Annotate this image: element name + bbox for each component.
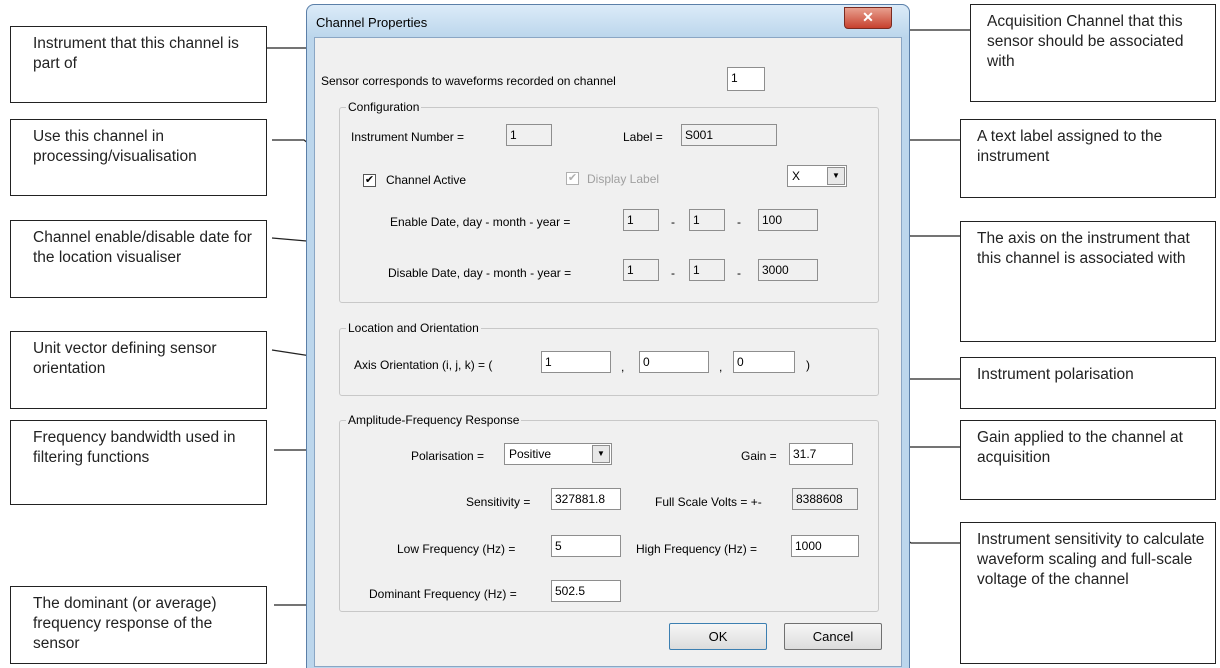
ok-button[interactable]: OK	[669, 623, 767, 650]
configuration-group-title: Configuration	[346, 100, 422, 114]
close-paren: )	[806, 358, 810, 372]
polarisation-select-value: Positive	[509, 447, 552, 461]
axis-orientation-label: Axis Orientation (i, j, k) = (	[354, 358, 493, 372]
axis-select[interactable]: X ▼	[787, 165, 847, 187]
location-group-title: Location and Orientation	[346, 321, 481, 335]
amplitude-group-title: Amplitude-Frequency Response	[346, 413, 522, 427]
enable-day-field[interactable]: 1	[623, 209, 659, 231]
label-label: Label =	[623, 130, 663, 144]
callout-acq-channel: Acquisition Channel that this sensor sho…	[970, 4, 1216, 102]
callout-polarisation: Instrument polarisation	[960, 357, 1216, 409]
date-separator: -	[737, 215, 741, 229]
enable-year-field[interactable]: 100	[758, 209, 818, 231]
callout-sensitivity: Instrument sensitivity to calculate wave…	[960, 522, 1216, 664]
polarisation-select[interactable]: Positive ▼	[504, 443, 612, 465]
date-separator: -	[737, 266, 741, 280]
disable-date-label: Disable Date, day - month - year =	[388, 266, 572, 280]
disable-day-field[interactable]: 1	[623, 259, 659, 281]
close-icon: ✕	[862, 9, 874, 25]
checkmark-icon: ✔	[567, 172, 578, 184]
instrument-number-label: Instrument Number =	[351, 130, 465, 144]
callout-dominant: The dominant (or average) frequency resp…	[10, 586, 267, 664]
chevron-down-icon[interactable]: ▼	[827, 167, 845, 185]
sensor-channel-label: Sensor corresponds to waveforms recorded…	[321, 74, 616, 88]
disable-month-field[interactable]: 1	[689, 259, 725, 281]
callout-text-label: A text label assigned to the instrument	[960, 119, 1216, 198]
callout-instrument: Instrument that this channel is part of	[10, 26, 267, 103]
dominant-frequency-field[interactable]: 502.5	[551, 580, 621, 602]
sensor-channel-input[interactable]: 1	[727, 67, 765, 91]
callout-orientation: Unit vector defining sensor orientation	[10, 331, 267, 409]
enable-date-label: Enable Date, day - month - year =	[390, 215, 571, 229]
close-button[interactable]: ✕	[844, 7, 892, 29]
display-label-checkbox[interactable]: ✔	[566, 172, 579, 185]
enable-month-field[interactable]: 1	[689, 209, 725, 231]
cancel-button[interactable]: Cancel	[784, 623, 882, 650]
callout-active: Use this channel in processing/visualisa…	[10, 119, 267, 196]
callout-dates: Channel enable/disable date for the loca…	[10, 220, 267, 298]
dominant-frequency-label: Dominant Frequency (Hz) =	[369, 587, 517, 601]
low-frequency-label: Low Frequency (Hz) =	[397, 542, 516, 556]
callout-bandwidth: Frequency bandwidth used in filtering fu…	[10, 420, 267, 505]
date-separator: -	[671, 215, 675, 229]
channel-active-checkbox[interactable]: ✔	[363, 174, 376, 187]
axis-select-value: X	[792, 169, 801, 183]
comma-separator: ,	[719, 360, 723, 374]
orientation-i-field[interactable]: 1	[541, 351, 611, 373]
callout-gain: Gain applied to the channel at acquisiti…	[960, 420, 1216, 500]
label-field[interactable]: S001	[681, 124, 777, 146]
disable-year-field[interactable]: 3000	[758, 259, 818, 281]
orientation-j-field[interactable]: 0	[639, 351, 709, 373]
dialog-client-area: Sensor corresponds to waveforms recorded…	[314, 37, 902, 667]
title-bar[interactable]: Channel Properties ✕	[307, 5, 909, 37]
instrument-number-field[interactable]: 1	[506, 124, 552, 146]
sensitivity-field[interactable]: 327881.8	[551, 488, 621, 510]
low-frequency-field[interactable]: 5	[551, 535, 621, 557]
full-scale-volts-field[interactable]: 8388608	[792, 488, 858, 510]
full-scale-volts-label: Full Scale Volts = +-	[655, 495, 762, 509]
chevron-down-icon[interactable]: ▼	[592, 445, 610, 463]
gain-label: Gain =	[741, 449, 777, 463]
high-frequency-field[interactable]: 1000	[791, 535, 859, 557]
display-label-label: Display Label	[587, 172, 660, 186]
orientation-k-field[interactable]: 0	[733, 351, 795, 373]
high-frequency-label: High Frequency (Hz) =	[636, 542, 758, 556]
checkmark-icon: ✔	[364, 174, 375, 186]
window-title: Channel Properties	[316, 15, 428, 30]
date-separator: -	[671, 266, 675, 280]
channel-properties-window: Channel Properties ✕ Sensor corresponds …	[306, 4, 910, 668]
comma-separator: ,	[621, 360, 625, 374]
polarisation-label: Polarisation =	[411, 449, 485, 463]
channel-active-label: Channel Active	[386, 173, 467, 187]
gain-field[interactable]: 31.7	[789, 443, 853, 465]
callout-axis: The axis on the instrument that this cha…	[960, 221, 1216, 342]
sensitivity-label: Sensitivity =	[466, 495, 531, 509]
